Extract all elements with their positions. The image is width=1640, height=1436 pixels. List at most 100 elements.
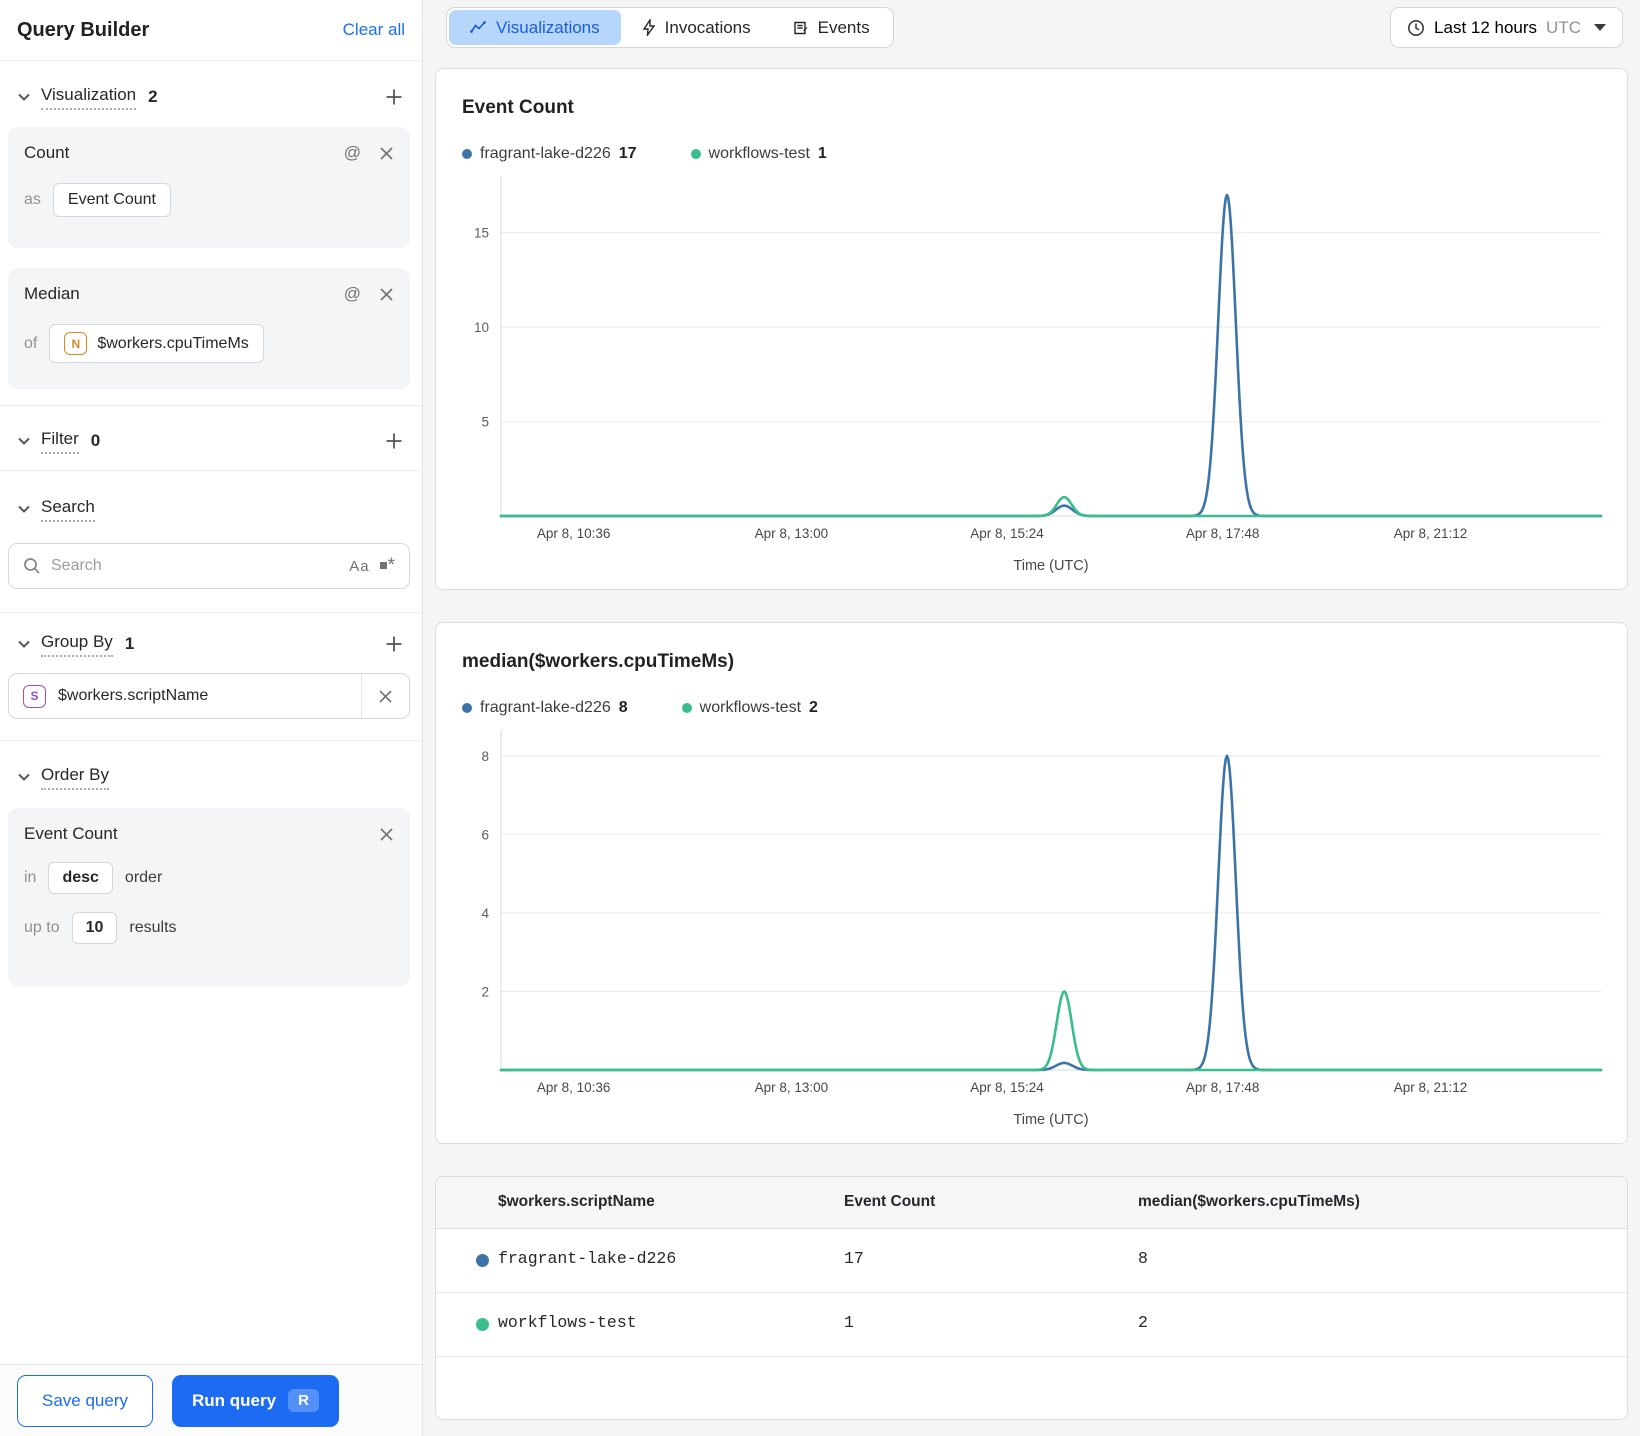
chevron-down-icon[interactable] — [17, 638, 31, 650]
filter-section-header: Filter 0 — [0, 424, 422, 458]
of-label: of — [24, 334, 38, 352]
order-by-card: Event Count in desc order up to 10 resul… — [8, 808, 410, 986]
median-field-selector[interactable]: N $workers.cpuTimeMs — [49, 324, 264, 363]
number-type-icon: N — [64, 332, 88, 355]
time-zone-label: UTC — [1546, 17, 1581, 37]
results-label: results — [129, 919, 177, 936]
regex-toggle-icon[interactable]: * — [379, 556, 395, 575]
svg-text:Apr 8, 10:36: Apr 8, 10:36 — [537, 526, 611, 541]
table-row[interactable]: workflows-test 1 2 — [436, 1293, 1627, 1357]
chart-legend: fragrant-lake-d226 8 workflows-test 2 — [462, 699, 818, 717]
search-field-container: Aa * — [8, 543, 410, 589]
legend-item[interactable]: fragrant-lake-d226 17 — [462, 145, 637, 163]
svg-text:Apr 8, 15:24: Apr 8, 15:24 — [970, 526, 1044, 541]
time-range-selector[interactable]: Last 12 hours UTC — [1390, 7, 1623, 48]
close-icon[interactable] — [379, 827, 394, 842]
chevron-down-icon — [1594, 24, 1606, 31]
legend-series-value: 2 — [809, 699, 818, 716]
svg-text:Apr 8, 17:48: Apr 8, 17:48 — [1186, 1080, 1260, 1095]
tab-invocations[interactable]: Invocations — [621, 10, 772, 45]
event-count-cell: 1 — [844, 1313, 854, 1332]
at-mention-icon[interactable]: @ — [344, 284, 361, 304]
add-group-by-button[interactable] — [383, 633, 405, 655]
add-visualization-button[interactable] — [383, 86, 405, 108]
svg-text:2: 2 — [481, 984, 489, 999]
chevron-down-icon[interactable] — [17, 503, 31, 515]
legend-series-name: workflows-test — [699, 699, 802, 716]
limit-input[interactable]: 10 — [71, 912, 118, 944]
legend-series-name: fragrant-lake-d226 — [480, 699, 611, 716]
tab-events[interactable]: Events — [772, 10, 891, 45]
section-divider — [0, 612, 422, 613]
svg-text:Apr 8, 17:48: Apr 8, 17:48 — [1186, 526, 1260, 541]
at-mention-icon[interactable]: @ — [344, 143, 361, 163]
chevron-down-icon[interactable] — [17, 435, 31, 447]
event-count-chart-card: Event Count fragrant-lake-d226 17 workflow… — [435, 68, 1628, 590]
visualization-count: 2 — [148, 87, 158, 106]
median-cell: 2 — [1138, 1313, 1148, 1332]
clear-all-button[interactable]: Clear all — [343, 20, 405, 40]
clock-icon — [1407, 19, 1425, 37]
order-by-section-header: Order By — [0, 760, 422, 794]
svg-text:15: 15 — [474, 226, 489, 241]
legend-series-name: fragrant-lake-d226 — [480, 145, 611, 162]
legend-series-value: 17 — [618, 145, 637, 162]
search-input[interactable] — [51, 557, 340, 575]
table-column-header: median($workers.cpuTimeMs) — [1138, 1193, 1360, 1210]
chevron-down-icon[interactable] — [17, 771, 31, 783]
legend-dot-icon — [462, 149, 472, 159]
svg-text:8: 8 — [481, 749, 489, 764]
svg-text:Apr 8, 10:36: Apr 8, 10:36 — [537, 1080, 611, 1095]
tab-visualizations[interactable]: Visualizations — [449, 10, 621, 45]
section-divider — [0, 470, 422, 471]
remove-group-by-button[interactable] — [361, 674, 409, 718]
chevron-down-icon[interactable] — [17, 91, 31, 103]
table-column-header: $workers.scriptName — [498, 1193, 655, 1210]
sort-direction-selector[interactable]: desc — [48, 862, 113, 894]
legend-item[interactable]: workflows-test 1 — [690, 145, 827, 163]
legend-series-value: 1 — [817, 145, 827, 162]
filter-label: Filter — [41, 429, 79, 454]
visualization-label: Visualization — [41, 85, 137, 110]
script-name-cell: fragrant-lake-d226 — [498, 1249, 677, 1268]
time-range-label: Last 12 hours — [1434, 17, 1538, 37]
up-to-label: up to — [24, 919, 60, 936]
table-row[interactable]: fragrant-lake-d226 17 8 — [436, 1229, 1627, 1293]
workers-observability-screen: Query Builder Clear all Visualization 2 … — [0, 0, 1640, 1436]
tab-label: Visualizations — [496, 17, 600, 37]
svg-text:Apr 8, 21:12: Apr 8, 21:12 — [1394, 1080, 1468, 1095]
legend-dot-icon — [462, 703, 472, 713]
median-cputime-chart-card: median($workers.cpuTimeMs) fragrant-lake… — [435, 622, 1628, 1144]
group-by-section-header: Group By 1 — [0, 627, 422, 661]
legend-item[interactable]: workflows-test 2 — [681, 699, 818, 717]
median-visualization-card: Median @ of N $workers.cpuTimeMs — [8, 268, 410, 389]
run-query-button[interactable]: Run query R — [172, 1374, 339, 1427]
group-by-field-value: $workers.scriptName — [58, 687, 209, 704]
group-by-chip[interactable]: S $workers.scriptName — [8, 673, 410, 719]
svg-text:10: 10 — [474, 320, 489, 335]
count-alias-field[interactable]: Event Count — [52, 183, 171, 217]
series-dot-icon — [476, 1318, 489, 1331]
sidebar-header: Query Builder Clear all — [0, 0, 422, 61]
svg-text:Time (UTC): Time (UTC) — [1013, 558, 1088, 574]
as-label: as — [24, 191, 41, 208]
query-builder-sidebar: Query Builder Clear all Visualization 2 … — [0, 0, 423, 1436]
legend-series-value: 8 — [618, 699, 628, 716]
median-cell: 8 — [1138, 1249, 1148, 1268]
legend-item[interactable]: fragrant-lake-d226 8 — [462, 699, 628, 717]
group-by-label: Group By — [41, 632, 113, 657]
add-filter-button[interactable] — [383, 430, 405, 452]
save-query-button[interactable]: Save query — [17, 1374, 153, 1427]
view-tabs: Visualizations Invocations Events — [446, 7, 894, 48]
table-header-row: $workers.scriptName Event Count median($wo… — [436, 1177, 1627, 1229]
tab-label: Events — [817, 17, 870, 37]
close-icon[interactable] — [379, 146, 394, 161]
run-query-label: Run query — [192, 1390, 277, 1410]
svg-text:6: 6 — [481, 827, 489, 842]
group-by-count: 1 — [124, 634, 135, 653]
match-case-toggle[interactable]: Aa — [349, 558, 369, 575]
chart-title: Event Count — [462, 97, 574, 118]
close-icon[interactable] — [379, 287, 394, 302]
svg-text:Apr 8, 13:00: Apr 8, 13:00 — [755, 526, 829, 541]
svg-text:5: 5 — [481, 415, 489, 430]
